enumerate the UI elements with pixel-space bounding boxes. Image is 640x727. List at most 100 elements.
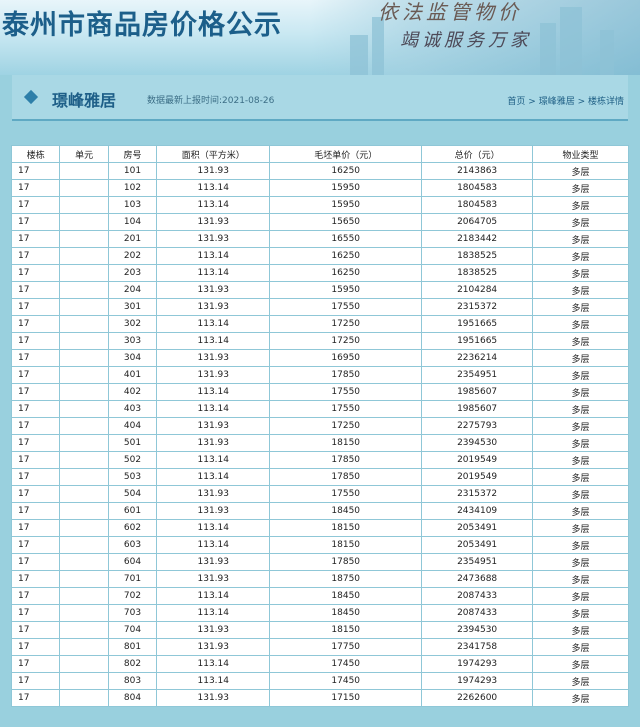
table-cell: 17 — [12, 571, 60, 587]
table-cell: 113.14 — [157, 248, 270, 264]
table-cell — [60, 163, 108, 179]
table-cell: 多层 — [533, 316, 628, 332]
table-cell: 404 — [108, 418, 157, 434]
table-cell: 多层 — [533, 401, 628, 417]
table-cell: 多层 — [533, 282, 628, 298]
table-cell: 17 — [12, 316, 60, 332]
table-cell: 17450 — [270, 673, 422, 689]
table-cell: 17 — [12, 197, 60, 213]
table-cell: 16950 — [270, 350, 422, 366]
table-row: 17 602 113.14 18150 2053491 多层 — [12, 520, 628, 536]
table-cell: 17550 — [270, 384, 422, 400]
table-cell: 17 — [12, 401, 60, 417]
table-cell: 17550 — [270, 299, 422, 315]
table-row: 17 803 113.14 17450 1974293 多层 — [12, 673, 628, 689]
table-cell — [60, 656, 108, 672]
breadcrumb-separator: > — [525, 97, 539, 107]
table-row: 17 802 113.14 17450 1974293 多层 — [12, 656, 628, 672]
slogan-top: 依法监管物价 — [378, 0, 522, 24]
breadcrumb-separator: > — [574, 97, 588, 107]
table-row: 17 202 113.14 16250 1838525 多层 — [12, 248, 628, 264]
table-cell: 2019549 — [422, 452, 533, 468]
table-cell: 1804583 — [422, 197, 533, 213]
table-cell — [60, 299, 108, 315]
table-cell: 多层 — [533, 452, 628, 468]
table-row: 17 701 131.93 18750 2473688 多层 — [12, 571, 628, 587]
table-cell: 601 — [108, 503, 157, 519]
table-cell: 113.14 — [157, 537, 270, 553]
skyline-tower — [372, 17, 384, 75]
table-cell: 2315372 — [422, 299, 533, 315]
table-row: 17 603 113.14 18150 2053491 多层 — [12, 537, 628, 553]
table-cell: 多层 — [533, 163, 628, 179]
table-cell: 131.93 — [157, 163, 270, 179]
table-cell: 131.93 — [157, 639, 270, 655]
breadcrumb: 首页 > 璟峰雅居 > 楼栋详情 — [507, 94, 624, 107]
table-cell: 113.14 — [157, 180, 270, 196]
table-cell: 802 — [108, 656, 157, 672]
table-cell — [60, 571, 108, 587]
table-cell: 17 — [12, 384, 60, 400]
table-cell: 多层 — [533, 537, 628, 553]
table-cell: 17 — [12, 639, 60, 655]
table-cell: 17 — [12, 180, 60, 196]
table-cell: 多层 — [533, 520, 628, 536]
table-cell: 2104284 — [422, 282, 533, 298]
table-cell — [60, 622, 108, 638]
column-header: 单元 — [60, 146, 108, 162]
table-cell: 202 — [108, 248, 157, 264]
column-header: 总价（元） — [422, 146, 533, 162]
table-cell: 701 — [108, 571, 157, 587]
table-row: 17 704 131.93 18150 2394530 多层 — [12, 622, 628, 638]
table-row: 17 804 131.93 17150 2262600 多层 — [12, 690, 628, 706]
table-cell: 503 — [108, 469, 157, 485]
table-cell: 113.14 — [157, 401, 270, 417]
table-cell: 多层 — [533, 503, 628, 519]
table-cell: 17 — [12, 282, 60, 298]
table-header-row: 楼栋 单元 房号 面积（平方米） 毛坯单价（元） 总价（元） 物业类型 — [12, 146, 628, 162]
table-cell: 17 — [12, 520, 60, 536]
table-cell: 403 — [108, 401, 157, 417]
table-cell: 502 — [108, 452, 157, 468]
table-cell: 2275793 — [422, 418, 533, 434]
table-cell: 17 — [12, 299, 60, 315]
table-cell — [60, 520, 108, 536]
table-cell — [60, 231, 108, 247]
breadcrumb-home[interactable]: 首页 — [507, 97, 525, 107]
table-cell: 15650 — [270, 214, 422, 230]
table-cell: 131.93 — [157, 282, 270, 298]
table-row: 17 102 113.14 15950 1804583 多层 — [12, 180, 628, 196]
table-cell: 17 — [12, 435, 60, 451]
table-cell: 多层 — [533, 180, 628, 196]
column-header: 房号 — [108, 146, 157, 162]
table-cell: 17850 — [270, 452, 422, 468]
content-panel: 璟峰雅居 数据最新上报时间:2021-08-26 首页 > 璟峰雅居 > 楼栋详… — [0, 75, 640, 727]
table-cell: 603 — [108, 537, 157, 553]
table-cell: 604 — [108, 554, 157, 570]
breadcrumb-project[interactable]: 璟峰雅居 — [539, 97, 575, 107]
table-row: 17 402 113.14 17550 1985607 多层 — [12, 384, 628, 400]
table-cell: 2236214 — [422, 350, 533, 366]
table-cell: 17 — [12, 163, 60, 179]
table-cell: 17 — [12, 350, 60, 366]
table-cell: 304 — [108, 350, 157, 366]
table-cell: 18450 — [270, 588, 422, 604]
table-cell — [60, 503, 108, 519]
table-row: 17 401 131.93 17850 2354951 多层 — [12, 367, 628, 383]
table-row: 17 404 131.93 17250 2275793 多层 — [12, 418, 628, 434]
table-cell: 17 — [12, 248, 60, 264]
table-cell: 101 — [108, 163, 157, 179]
slogan-bottom: 竭诚服务万家 — [400, 30, 532, 51]
table-cell: 501 — [108, 435, 157, 451]
table-cell: 2053491 — [422, 537, 533, 553]
table-cell: 多层 — [533, 350, 628, 366]
table-cell: 131.93 — [157, 231, 270, 247]
skyline-tower — [560, 7, 582, 75]
table-cell: 301 — [108, 299, 157, 315]
breadcrumb-current: 楼栋详情 — [587, 97, 624, 107]
table-row: 17 703 113.14 18450 2087433 多层 — [12, 605, 628, 621]
table-cell: 303 — [108, 333, 157, 349]
table-cell: 1951665 — [422, 316, 533, 332]
table-cell: 17850 — [270, 367, 422, 383]
table-cell: 131.93 — [157, 690, 270, 706]
